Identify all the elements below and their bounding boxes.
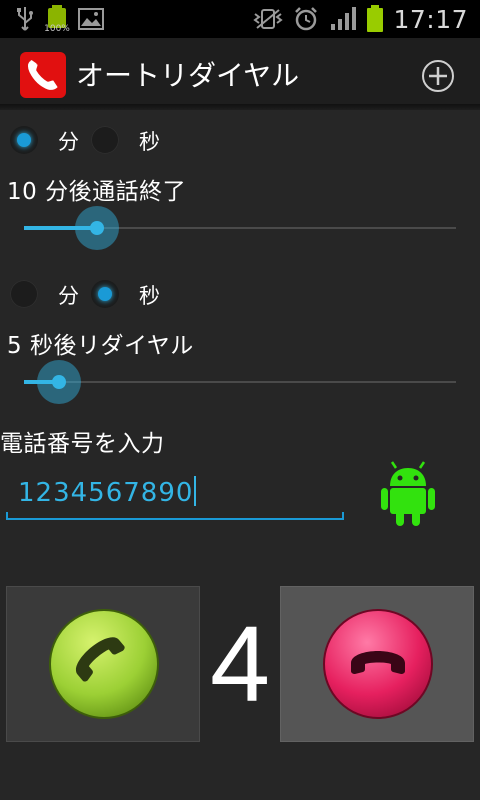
end-call-button[interactable] (280, 586, 474, 742)
text-caret (194, 476, 197, 506)
battery-icon (367, 5, 384, 33)
redial-minute-radio[interactable] (10, 280, 38, 308)
alarm-icon (295, 7, 318, 31)
battery-percent-text: 100% (44, 24, 70, 34)
call-end-icon (323, 609, 433, 719)
call-end-minute-radio[interactable] (10, 126, 38, 154)
usb-icon (17, 7, 33, 31)
call-end-second-label: 秒 (139, 130, 160, 154)
call-end-minute-label: 分 (58, 130, 79, 154)
countdown-number: 4 (209, 603, 271, 724)
call-start-icon (49, 609, 159, 719)
field-underline (6, 518, 344, 520)
app-title: オートリダイヤル (76, 59, 300, 92)
phone-number-input[interactable]: 1234567890 (18, 476, 197, 508)
phone-number-value: 1234567890 (18, 478, 194, 508)
slider-thumb[interactable] (37, 360, 81, 404)
call-end-text: 10 分後通話終了 (7, 179, 187, 205)
status-bar: 100% 17:17 (0, 0, 480, 38)
redial-second-radio[interactable] (91, 280, 119, 308)
android-icon[interactable] (380, 460, 436, 528)
phone-number-field[interactable]: 1234567890 (6, 470, 344, 520)
slider-track (24, 381, 456, 383)
signal-icon (331, 7, 357, 30)
vibrate-icon (253, 9, 284, 29)
action-bar: オートリダイヤル (0, 38, 480, 110)
redial-slider[interactable] (24, 358, 456, 406)
status-clock: 17:17 (393, 4, 468, 34)
battery-full-icon: 100% (44, 5, 70, 34)
redial-unit-group: 分 秒 (0, 274, 480, 314)
call-end-unit-group: 分 秒 (0, 120, 480, 160)
call-end-slider[interactable] (24, 204, 456, 252)
picture-icon (78, 8, 104, 30)
start-call-button[interactable] (6, 586, 200, 742)
redial-second-label: 秒 (139, 284, 160, 308)
field-underline-right (342, 512, 344, 520)
phone-app-icon (20, 52, 66, 98)
redial-text: 5 秒後リダイヤル (7, 333, 194, 359)
add-circle-icon[interactable] (420, 58, 456, 94)
redial-minute-label: 分 (58, 284, 79, 308)
slider-thumb[interactable] (75, 206, 119, 250)
phone-number-label: 電話番号を入力 (0, 431, 165, 457)
field-underline-left (6, 512, 8, 520)
call-end-second-radio[interactable] (91, 126, 119, 154)
